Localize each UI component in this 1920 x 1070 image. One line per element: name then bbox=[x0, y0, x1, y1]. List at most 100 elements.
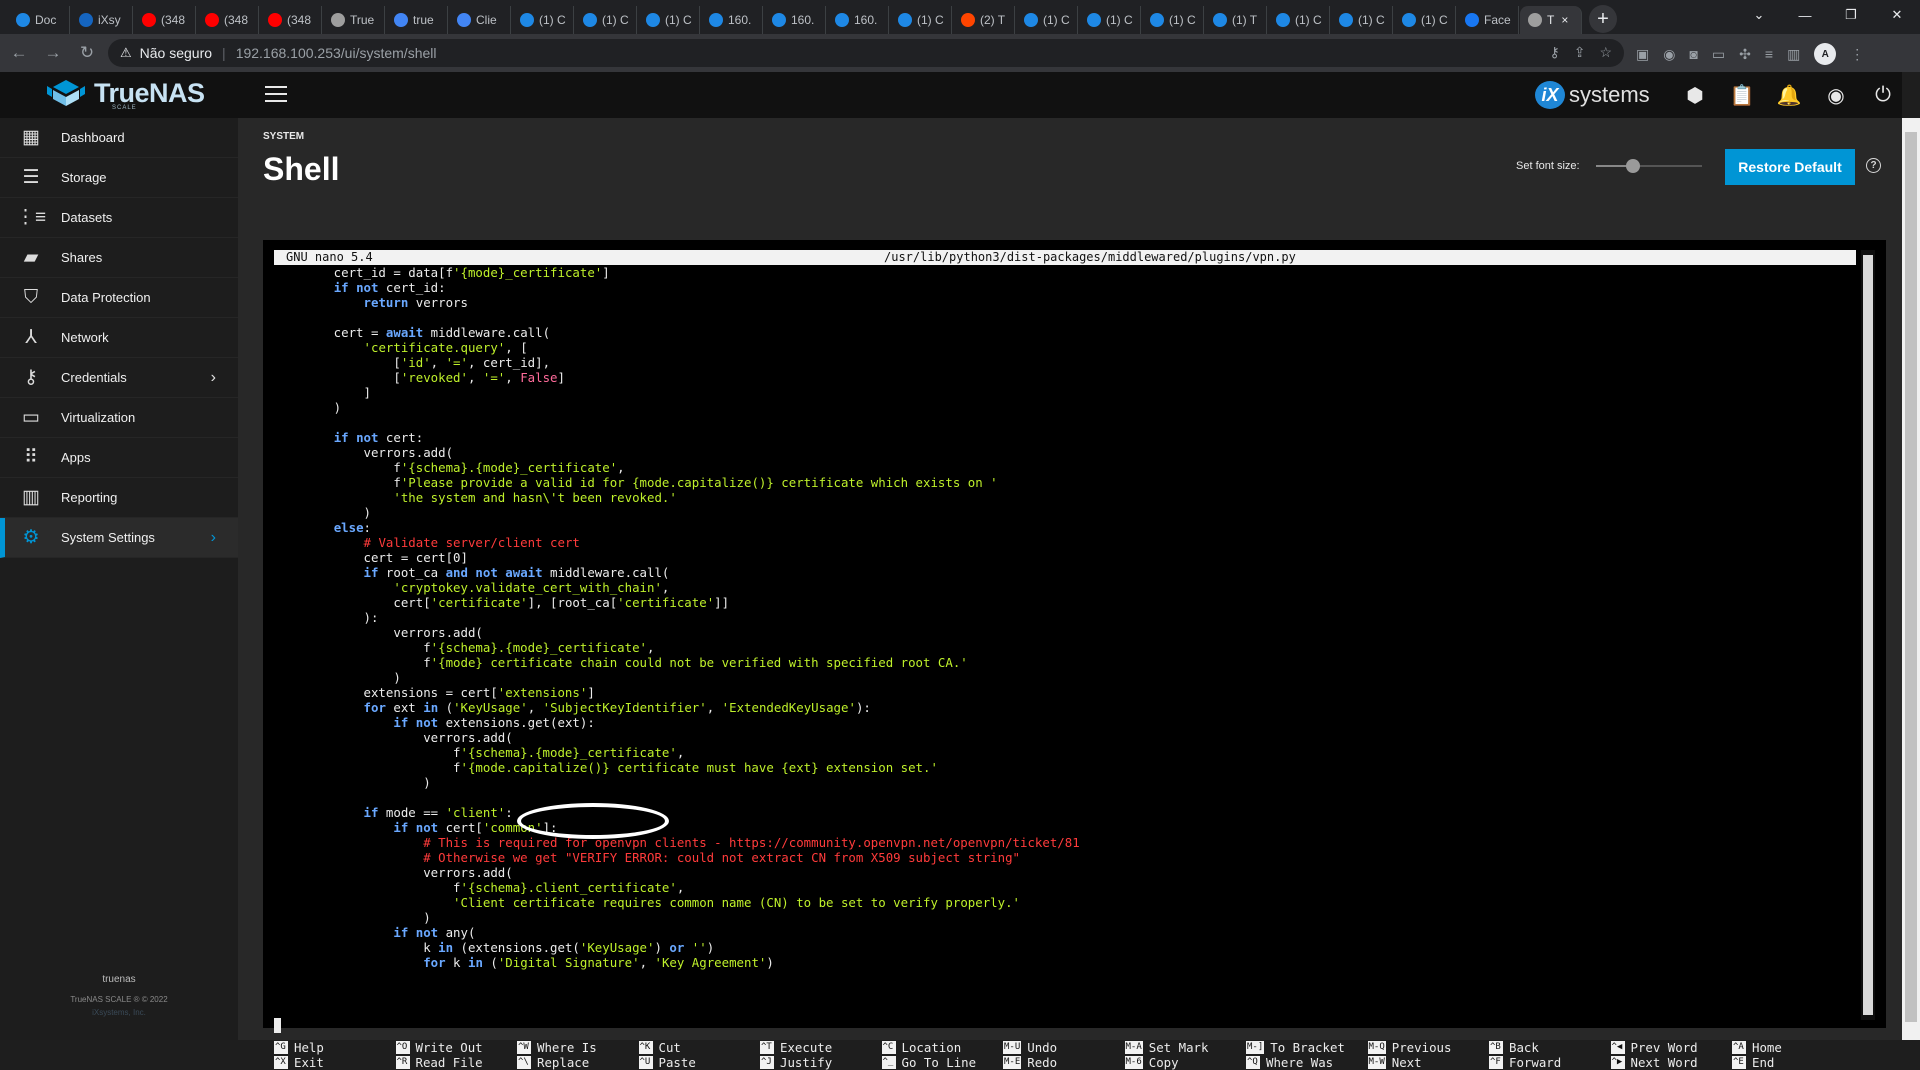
tab-favicon-icon bbox=[142, 13, 156, 27]
page-scroll-thumb[interactable] bbox=[1905, 132, 1917, 1022]
terminal-scroll-thumb[interactable] bbox=[1863, 255, 1873, 1015]
notifications-bell-icon[interactable]: 🔔 bbox=[1776, 82, 1802, 108]
truenas-logo[interactable]: TrueNAS bbox=[46, 79, 205, 107]
close-tab-icon[interactable]: × bbox=[1561, 13, 1568, 27]
bookmark-star-icon[interactable]: ☆ bbox=[1599, 44, 1612, 61]
menu-toggle-icon[interactable] bbox=[265, 84, 287, 104]
ix-text: systems bbox=[1569, 82, 1650, 107]
breadcrumb[interactable]: SYSTEM bbox=[263, 131, 304, 142]
side-panel-icon[interactable]: ▥ bbox=[1787, 46, 1800, 63]
shortcut-key: ^G bbox=[274, 1041, 288, 1054]
ixsystems-logo[interactable]: iX systems bbox=[1535, 81, 1650, 109]
address-bar[interactable]: ⚠ Não seguro | 192.168.100.253/ui/system… bbox=[108, 39, 1624, 67]
browser-tab[interactable]: (1) C bbox=[1268, 6, 1330, 34]
terminal[interactable]: GNU nano 5.4/usr/lib/python3/dist-packag… bbox=[274, 250, 1856, 1070]
computer-icon: ▭ bbox=[22, 407, 40, 428]
browser-tab[interactable]: (1) C bbox=[1331, 6, 1393, 34]
maximize-icon[interactable]: ❐ bbox=[1828, 0, 1874, 30]
tab-label: 160. bbox=[791, 13, 815, 27]
sidebar-item-dashboard[interactable]: ▦ Dashboard bbox=[0, 118, 238, 158]
code-token: , cert_id], bbox=[467, 355, 551, 370]
close-window-icon[interactable]: ✕ bbox=[1874, 0, 1920, 30]
browser-tab[interactable]: (348 bbox=[260, 6, 322, 34]
browser-tab[interactable]: true bbox=[386, 6, 448, 34]
browser-tab[interactable]: (348 bbox=[134, 6, 196, 34]
browser-tab[interactable]: (1) C bbox=[1016, 6, 1078, 34]
sidebar-item-datasets[interactable]: ⋮≡ Datasets bbox=[0, 198, 238, 238]
browser-tab[interactable]: 160. bbox=[764, 6, 826, 34]
browser-tab[interactable]: iXsy bbox=[71, 6, 133, 34]
extension-3-icon[interactable]: ◙ bbox=[1689, 46, 1697, 62]
sidebar-item-reporting[interactable]: ▥ Reporting bbox=[0, 478, 238, 518]
not-secure-label[interactable]: Não seguro bbox=[140, 45, 212, 61]
tab-search-icon[interactable]: ⌄ bbox=[1736, 0, 1782, 30]
browser-tab[interactable]: (1) T bbox=[1205, 6, 1267, 34]
browser-tab[interactable]: Clie bbox=[449, 6, 511, 34]
code-token: f bbox=[274, 475, 401, 490]
shortcut-key: ^W bbox=[517, 1041, 531, 1054]
power-icon[interactable]: ⏻ bbox=[1870, 82, 1896, 108]
browser-tab[interactable]: (1) C bbox=[638, 6, 700, 34]
new-tab-button[interactable]: + bbox=[1589, 5, 1617, 33]
browser-tab[interactable]: (1) C bbox=[1079, 6, 1141, 34]
browser-tab[interactable]: (2) T bbox=[953, 6, 1015, 34]
code-token: 'Client certificate requires common name… bbox=[453, 895, 1020, 910]
reload-icon[interactable]: ↻ bbox=[72, 38, 102, 68]
network-icon: ⅄ bbox=[25, 327, 37, 348]
minimize-icon[interactable]: — bbox=[1782, 0, 1828, 30]
jobs-clipboard-icon[interactable]: 📋 bbox=[1729, 82, 1755, 108]
sidebar-item-system-settings[interactable]: ⚙ System Settings › bbox=[0, 518, 238, 558]
code-token: , bbox=[430, 355, 446, 370]
url-text[interactable]: 192.168.100.253/ui/system/shell bbox=[236, 45, 437, 61]
browser-tab[interactable]: Face bbox=[1457, 6, 1519, 34]
font-size-slider[interactable] bbox=[1596, 159, 1702, 173]
browser-tab[interactable]: True bbox=[323, 6, 385, 34]
sidebar-item-storage[interactable]: ☰ Storage bbox=[0, 158, 238, 198]
browser-tab-active[interactable]: T × bbox=[1520, 6, 1582, 34]
app-header: TrueNAS SCALE iX systems ⬢ 📋 🔔 ◉ ⏻ bbox=[0, 72, 1902, 118]
code-token: , bbox=[527, 700, 543, 715]
code-token: ]] bbox=[714, 595, 730, 610]
browser-tab[interactable]: (1) C bbox=[890, 6, 952, 34]
shortcut-label: Where Was bbox=[1266, 1055, 1334, 1070]
truecommand-icon[interactable]: ⬢ bbox=[1682, 82, 1708, 108]
sidebar-item-credentials[interactable]: ⚷ Credentials › bbox=[0, 358, 238, 398]
extension-2-icon[interactable]: ◉ bbox=[1663, 46, 1675, 63]
sidebar-item-shares[interactable]: ▰ Shares bbox=[0, 238, 238, 278]
browser-tab[interactable]: (1) C bbox=[1142, 6, 1204, 34]
sidebar-item-apps[interactable]: ⠿ Apps bbox=[0, 438, 238, 478]
code-area[interactable]: cert_id = data[f'{mode}_certificate'] if… bbox=[274, 265, 1856, 970]
forward-icon[interactable]: → bbox=[38, 38, 68, 68]
warning-icon[interactable]: ⚠ bbox=[120, 45, 132, 61]
tab-favicon-icon bbox=[394, 13, 408, 27]
sidebar-item-virtualization[interactable]: ▭ Virtualization bbox=[0, 398, 238, 438]
restore-default-button[interactable]: Restore Default bbox=[1725, 149, 1855, 185]
extension-4-icon[interactable]: ▭ bbox=[1712, 46, 1725, 63]
slider-thumb[interactable] bbox=[1626, 159, 1641, 173]
browser-tab[interactable]: (1) C bbox=[512, 6, 574, 34]
sidebar-item-data-protection[interactable]: ⛉ Data Protection bbox=[0, 278, 238, 318]
browser-tab[interactable]: 160. bbox=[701, 6, 763, 34]
code-line: ['id', '=', cert_id], bbox=[274, 355, 1856, 370]
back-icon[interactable]: ← bbox=[4, 38, 34, 68]
account-circle-icon[interactable]: ◉ bbox=[1823, 82, 1849, 108]
menu-icon[interactable]: ⋮ bbox=[1850, 46, 1864, 63]
key-icon[interactable]: ⚷ bbox=[1549, 44, 1559, 61]
shortcut-key: ^U bbox=[638, 1056, 653, 1069]
help-icon[interactable]: ? bbox=[1866, 158, 1881, 173]
share-icon[interactable]: ⇪ bbox=[1574, 44, 1586, 61]
sidebar-item-network[interactable]: ⅄ Network bbox=[0, 318, 238, 358]
puzzle-icon[interactable]: ✣ bbox=[1739, 46, 1751, 63]
extension-1-icon[interactable]: ▣ bbox=[1636, 46, 1649, 63]
code-token: cert = bbox=[274, 325, 386, 340]
terminal-scrollbar[interactable] bbox=[1861, 250, 1875, 1020]
browser-tab[interactable]: 160. bbox=[827, 6, 889, 34]
reading-list-icon[interactable]: ≡ bbox=[1765, 46, 1773, 62]
browser-tab[interactable]: (348 bbox=[197, 6, 259, 34]
browser-tab[interactable]: (1) C bbox=[575, 6, 637, 34]
browser-tab[interactable]: (1) C bbox=[1394, 6, 1456, 34]
profile-avatar[interactable]: A bbox=[1814, 43, 1837, 65]
vendor-link[interactable]: iXsystems, Inc. bbox=[0, 1008, 238, 1017]
browser-tab[interactable]: Doc bbox=[8, 6, 70, 34]
page-scrollbar[interactable] bbox=[1902, 118, 1920, 1040]
